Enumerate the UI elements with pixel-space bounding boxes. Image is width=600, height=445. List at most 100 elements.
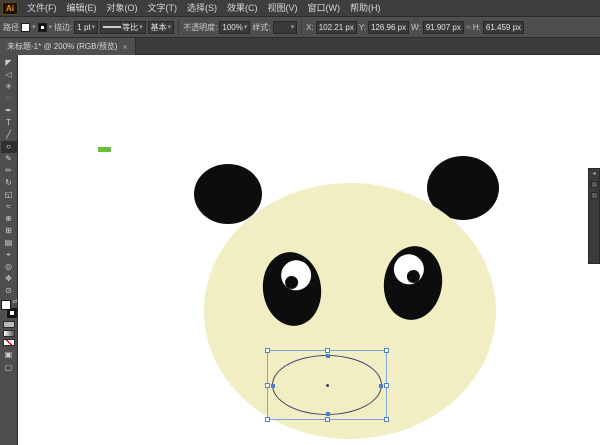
document-tab[interactable]: 未标题-1* @ 200% (RGB/预览) × <box>0 38 136 55</box>
left-eye-pupil-shape[interactable] <box>284 275 299 290</box>
menu-file[interactable]: 文件(F) <box>22 0 62 17</box>
panel-thumbnail-icon[interactable] <box>591 181 598 188</box>
height-input[interactable]: 61.459 px <box>483 21 524 34</box>
paintbrush-tool[interactable]: ✎ <box>1 153 17 165</box>
none-button[interactable] <box>3 339 15 346</box>
chevron-down-icon[interactable]: ▾ <box>49 24 53 31</box>
document-tab-bar: 未标题-1* @ 200% (RGB/预览) × <box>0 38 600 55</box>
path-anchor-left[interactable] <box>271 384 275 388</box>
chevron-down-icon: ▾ <box>92 24 96 31</box>
line-tool[interactable]: ╱ <box>1 129 17 141</box>
menu-type[interactable]: 文字(T) <box>143 0 183 17</box>
close-icon[interactable]: × <box>122 42 127 52</box>
blend-tool[interactable]: ◎ <box>1 261 17 273</box>
scale-tool[interactable]: ◱ <box>1 189 17 201</box>
direct-selection-tool-icon: ◁ <box>5 71 11 79</box>
selection-handle-top-left[interactable] <box>265 348 270 353</box>
style-select[interactable]: ▾ <box>273 21 298 34</box>
chevron-down-icon: ▾ <box>244 24 248 31</box>
stroke-label: 描边: <box>54 22 72 33</box>
color-button[interactable] <box>3 321 15 328</box>
link-dimensions-icon[interactable]: ∞ <box>466 24 471 31</box>
selection-handle-middle-right[interactable] <box>384 383 389 388</box>
drawing-mode-icon: ▣ <box>5 350 13 359</box>
zoom-tool[interactable]: ⊙ <box>1 285 17 297</box>
tools-panel: ◤ ◁ ✳ ◌ ✒ T ╱ ○ ✎ ✏ ↻ ◱ ≈ ⊕ ⊞ ▤ ⌖ ◎ ✥ ⊙ … <box>0 55 18 445</box>
selection-handle-bottom-right[interactable] <box>384 417 389 422</box>
eyedropper-tool[interactable]: ⌖ <box>1 249 17 261</box>
selection-tool-icon: ◤ <box>5 59 11 67</box>
selection-handle-top-center[interactable] <box>325 348 330 353</box>
stroke-weight-select[interactable]: 1 pt ▾ <box>74 21 98 34</box>
screen-mode-button[interactable]: ▢ <box>2 362 16 373</box>
collapsed-panel-dock[interactable]: ◂ <box>588 168 600 264</box>
menu-effect[interactable]: 效果(C) <box>222 0 263 17</box>
menu-help[interactable]: 帮助(H) <box>345 0 386 17</box>
pen-tool-icon: ✒ <box>5 107 12 115</box>
path-anchor-bottom[interactable] <box>326 412 330 416</box>
app-logo: Ai <box>2 2 18 15</box>
panel-thumbnail-icon[interactable] <box>591 192 598 199</box>
menu-window[interactable]: 窗口(W) <box>303 0 346 17</box>
x-input[interactable]: 102.21 px <box>316 21 357 34</box>
magic-wand-tool[interactable]: ✳ <box>1 81 17 93</box>
gradient-tool-icon: ▤ <box>5 239 13 247</box>
blend-tool-icon: ◎ <box>5 263 12 271</box>
object-type-label: 路径 <box>3 22 19 33</box>
hand-tool[interactable]: ✥ <box>1 273 17 285</box>
selection-handle-top-right[interactable] <box>384 348 389 353</box>
pen-tool[interactable]: ✒ <box>1 105 17 117</box>
opacity-select[interactable]: 100% ▾ <box>219 21 250 34</box>
direct-selection-tool[interactable]: ◁ <box>1 69 17 81</box>
selection-tool[interactable]: ◤ <box>1 57 17 69</box>
gradient-button[interactable] <box>3 330 15 337</box>
fill-color-swatch[interactable] <box>1 300 11 310</box>
expand-panels-icon[interactable]: ◂ <box>592 171 595 177</box>
width-tool[interactable]: ≈ <box>1 201 17 213</box>
mesh-tool[interactable]: ⊞ <box>1 225 17 237</box>
ellipse-tool[interactable]: ○ <box>1 141 17 153</box>
fill-stroke-indicator[interactable]: ⇄ <box>1 300 17 318</box>
pencil-tool[interactable]: ✏ <box>1 165 17 177</box>
green-rectangle-object[interactable] <box>98 147 111 152</box>
hand-tool-icon: ✥ <box>5 275 12 283</box>
width-profile-select[interactable]: 等比 ▾ <box>100 21 146 34</box>
right-eye-highlight-shape[interactable] <box>392 252 426 286</box>
document-title: 未标题-1* @ 200% (RGB/预览) <box>7 41 117 52</box>
type-tool[interactable]: T <box>1 117 17 129</box>
path-anchor-top[interactable] <box>326 354 330 358</box>
menu-edit[interactable]: 编辑(E) <box>62 0 102 17</box>
artboard-canvas[interactable]: ◂ <box>18 55 600 445</box>
selection-handle-bottom-left[interactable] <box>265 417 270 422</box>
control-bar: 路径 ▾ ▾ 描边: 1 pt ▾ 等比 ▾ 基本 ▾ 不透明度: 100% ▾… <box>0 17 600 38</box>
brush-definition-select[interactable]: 基本 ▾ <box>148 21 175 34</box>
stroke-weight-value: 1 pt <box>77 23 90 32</box>
menu-select[interactable]: 选择(S) <box>182 0 222 17</box>
drawing-mode-button[interactable]: ▣ <box>2 349 16 360</box>
y-input[interactable]: 126.96 px <box>368 21 409 34</box>
shape-builder-tool[interactable]: ⊕ <box>1 213 17 225</box>
uniform-profile-icon <box>103 26 121 28</box>
right-eye-pupil-shape[interactable] <box>406 269 421 284</box>
width-input[interactable]: 91.907 px <box>423 21 464 34</box>
left-eye-highlight-shape[interactable] <box>279 258 313 292</box>
selection-handle-bottom-center[interactable] <box>325 417 330 422</box>
separator <box>178 20 179 35</box>
chevron-down-icon[interactable]: ▾ <box>32 24 36 31</box>
stroke-swatch-icon[interactable] <box>38 23 47 32</box>
swap-fill-stroke-icon[interactable]: ⇄ <box>12 298 17 305</box>
path-anchor-right[interactable] <box>379 384 383 388</box>
rotate-tool[interactable]: ↻ <box>1 177 17 189</box>
gradient-tool[interactable]: ▤ <box>1 237 17 249</box>
w-label: W: <box>411 23 421 32</box>
path-center-point[interactable] <box>326 384 329 387</box>
pencil-tool-icon: ✏ <box>5 167 12 175</box>
lasso-tool[interactable]: ◌ <box>1 93 17 105</box>
menu-view[interactable]: 视图(V) <box>263 0 303 17</box>
selection-handle-middle-left[interactable] <box>265 383 270 388</box>
screen-mode-icon: ▢ <box>5 363 13 372</box>
fill-swatch-icon[interactable] <box>21 23 30 32</box>
menu-object[interactable]: 对象(O) <box>102 0 143 17</box>
height-value: 61.459 px <box>486 23 521 32</box>
shape-builder-tool-icon: ⊕ <box>5 215 12 223</box>
